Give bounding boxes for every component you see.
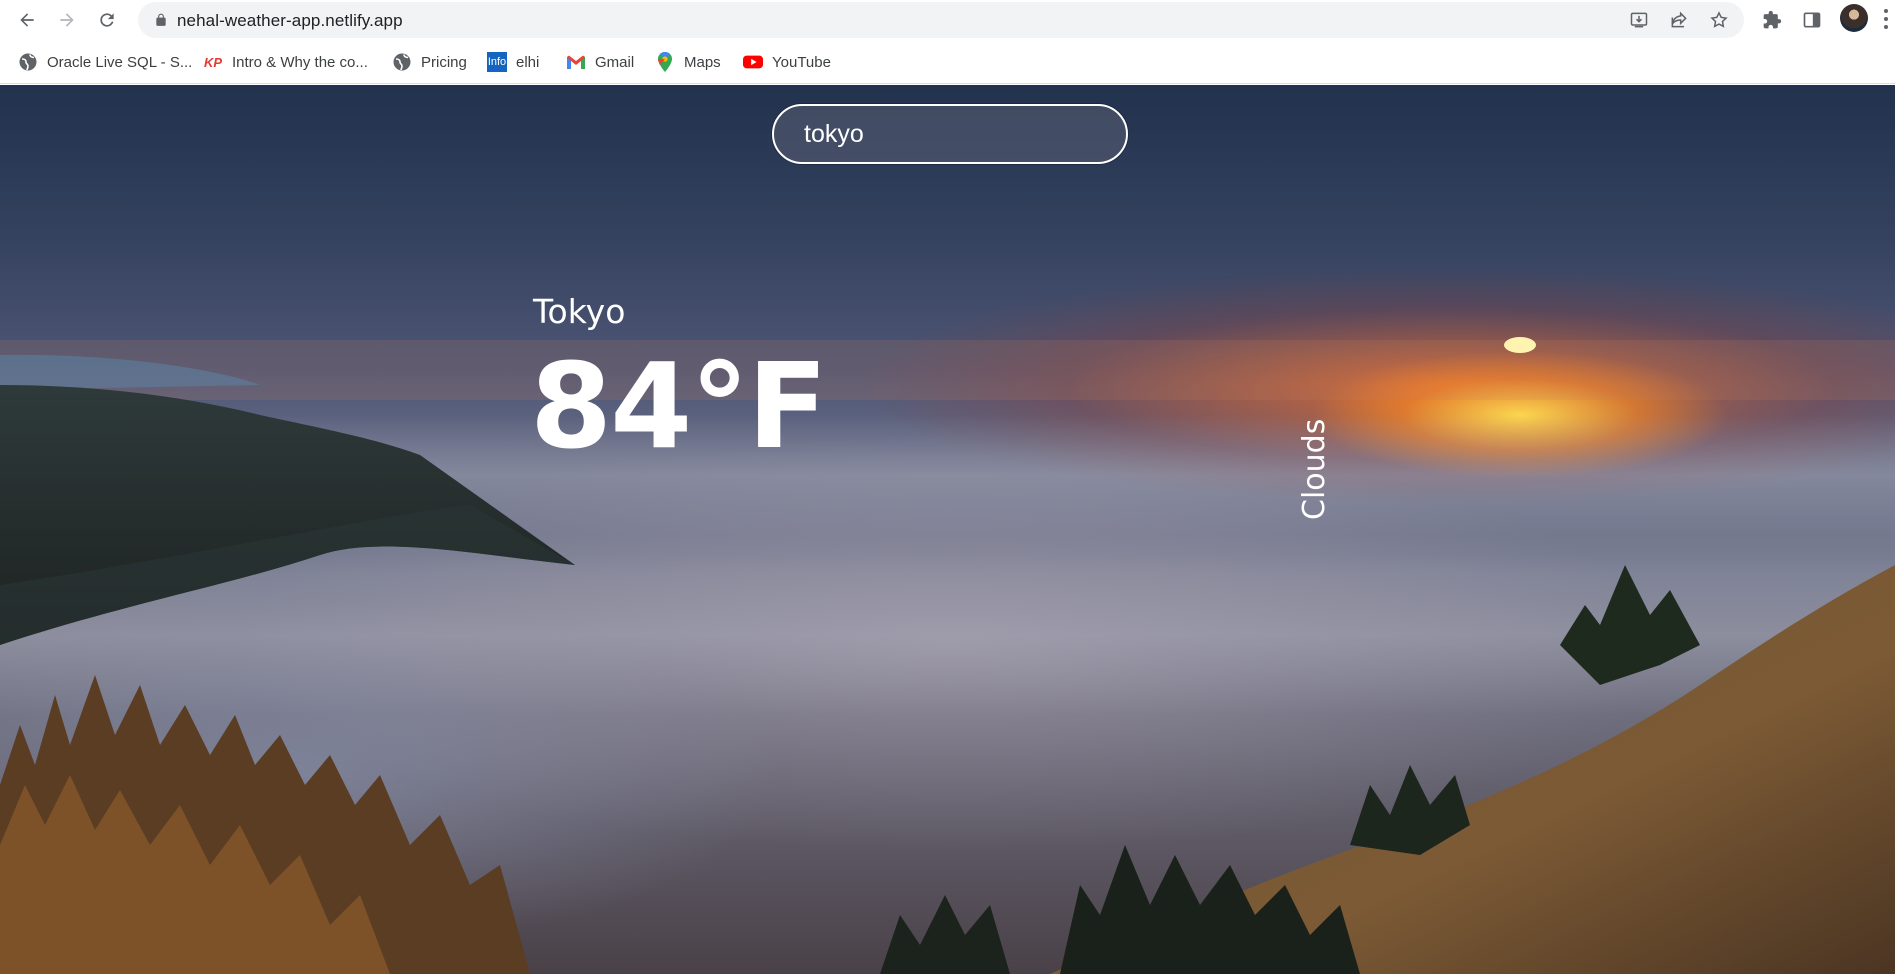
youtube-icon [743,52,763,72]
weather-condition: Clouds [1297,418,1332,520]
bookmarks-bar: Oracle Live SQL - S... KP Intro & Why th… [0,40,1895,84]
share-icon[interactable] [1667,8,1691,32]
forward-icon[interactable] [53,6,81,34]
sun-icon [1504,337,1536,353]
browser-toolbar: nehal-weather-app.netlify.app [0,0,1895,40]
side-panel-icon[interactable] [1798,6,1826,34]
landscape-background [0,337,1895,974]
bookmark-oracle-live-sql[interactable]: Oracle Live SQL - S... [18,50,192,74]
bookmark-youtube[interactable]: YouTube [743,50,831,74]
bookmark-label: YouTube [772,53,831,71]
info-icon: Info [487,52,507,72]
bookmark-elhi[interactable]: Info elhi [487,50,539,74]
bookmark-maps[interactable]: Maps [655,50,721,74]
kp-icon: KP [203,54,223,70]
bookmark-label: Maps [684,53,721,71]
bookmark-label: Oracle Live SQL - S... [47,53,193,71]
address-bar[interactable]: nehal-weather-app.netlify.app [138,2,1744,38]
bookmark-gmail[interactable]: Gmail [566,50,634,74]
bookmark-label: Gmail [595,53,635,71]
bookmark-intro-why[interactable]: KP Intro & Why the co... [203,50,368,74]
bookmark-pricing[interactable]: Pricing [392,50,467,74]
temperature: 84°F [530,337,828,475]
extensions-icon[interactable] [1758,6,1786,34]
back-icon[interactable] [13,6,41,34]
bookmark-star-icon[interactable] [1707,8,1731,32]
lock-icon[interactable] [154,13,168,27]
bookmark-label: Intro & Why the co... [232,53,368,71]
reload-icon[interactable] [93,6,121,34]
bookmark-label: Pricing [421,53,467,71]
city-search-input[interactable] [772,104,1128,164]
bookmark-label: elhi [516,53,540,71]
more-menu-icon[interactable] [1884,8,1888,30]
gmail-icon [566,52,586,72]
weather-app-page: Tokyo 84°F Clouds [0,85,1895,974]
install-app-icon[interactable] [1627,8,1651,32]
url-text[interactable]: nehal-weather-app.netlify.app [177,11,403,31]
globe-icon [392,52,412,72]
city-name: Tokyo [533,292,626,331]
profile-avatar[interactable] [1840,4,1868,32]
maps-icon [655,51,675,72]
globe-icon [18,52,38,72]
